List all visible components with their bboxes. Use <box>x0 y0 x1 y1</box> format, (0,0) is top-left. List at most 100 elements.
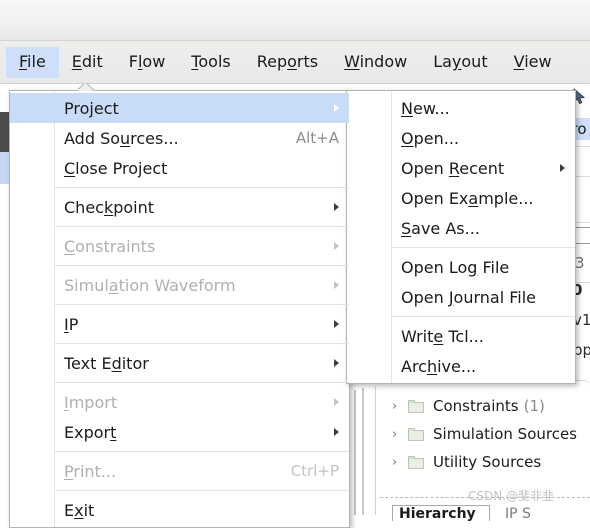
menubar-item-tools[interactable]: Tools <box>178 47 243 78</box>
mnemonic-letter: k <box>103 197 114 217</box>
menubar-item-reports[interactable]: Reports <box>244 47 331 78</box>
menu-item-label: Add Sources... <box>64 128 179 148</box>
menu-item-close-project[interactable]: Close Project <box>10 153 349 183</box>
menu-separator <box>54 451 349 452</box>
center-divider-1 <box>354 390 356 515</box>
chevron-right-icon <box>334 242 339 250</box>
menu-item-simulation-waveform: Simulation Waveform <box>10 270 349 300</box>
mnemonic-letter: a <box>468 188 479 208</box>
submenu-item-open-journal-file[interactable]: Open Journal File <box>347 282 575 312</box>
menu-item-label: Open Recent <box>401 158 505 178</box>
submenu-item-open-log-file[interactable]: Open Log File <box>347 252 575 282</box>
chevron-right-icon <box>334 281 339 289</box>
menu-item-shortcut: Ctrl+P <box>290 462 339 480</box>
menu-item-label: New... <box>401 98 450 118</box>
submenu-item-open-example[interactable]: Open Example... <box>347 183 575 213</box>
tab-ip-sources[interactable]: IP S <box>505 506 531 522</box>
menu-item-label: Open Journal File <box>401 287 537 307</box>
folder-icon <box>408 399 425 413</box>
mnemonic-letter: C <box>64 236 76 256</box>
tree-item-label: Simulation Sources <box>433 425 578 443</box>
menubar-item-flow[interactable]: Flow <box>116 47 179 78</box>
menu-item-label: Open Log File <box>401 257 510 277</box>
mnemonic-letter: S <box>401 218 412 238</box>
submenu-item-open[interactable]: Open... <box>347 123 575 153</box>
tree-item-label: Utility Sources <box>433 453 542 471</box>
menu-item-label: Write Tcl... <box>401 326 484 346</box>
menu-item-checkpoint[interactable]: Checkpoint <box>10 192 349 222</box>
mnemonic-letter: J <box>448 287 454 307</box>
mnemonic-letter: y <box>451 51 462 71</box>
submenu-item-archive[interactable]: Archive... <box>347 351 575 381</box>
menu-item-add-sources[interactable]: Add Sources... Alt+A <box>10 123 349 153</box>
mnemonic-letter: I <box>64 314 69 334</box>
mnemonic-letter: a <box>108 275 119 295</box>
mnemonic-letter: F <box>19 51 28 71</box>
menu-item-exit[interactable]: Exit <box>10 495 349 525</box>
menubar-item-view[interactable]: View <box>501 47 565 78</box>
tab-hierarchy[interactable]: Hierarchy <box>392 505 490 521</box>
center-divider-3 <box>375 386 376 515</box>
menu-item-label: IP <box>64 314 79 334</box>
menu-item-export[interactable]: Export <box>10 417 349 447</box>
menu-item-text-editor[interactable]: Text Editor <box>10 348 349 378</box>
mnemonic-letter: t <box>110 422 117 442</box>
submenu-item-save-as[interactable]: Save As... <box>347 213 575 243</box>
menu-separator <box>54 343 349 344</box>
menu-item-label: Open... <box>401 128 459 148</box>
menubar-item-window[interactable]: Window <box>331 47 420 78</box>
chevron-right-icon[interactable]: › <box>392 427 408 442</box>
menubar-item-layout[interactable]: Layout <box>420 47 500 78</box>
menu-item-print: Print... Ctrl+P <box>10 456 349 486</box>
folder-icon <box>408 455 425 469</box>
submenu-item-new[interactable]: New... <box>347 93 575 123</box>
mnemonic-letter: j <box>89 98 94 118</box>
menu-item-label: Text Editor <box>64 353 149 373</box>
menu-item-label: Print... <box>64 461 117 481</box>
folder-icon <box>408 427 425 441</box>
menubar-item-edit[interactable]: Edit <box>59 47 116 78</box>
menu-item-label: Exit <box>64 500 95 520</box>
chevron-right-icon[interactable]: › <box>392 399 408 414</box>
right-panel-value-box[interactable] <box>574 227 590 244</box>
menu-item-constraints: Constraints <box>10 231 349 261</box>
mnemonic-letter: E <box>71 51 82 71</box>
menu-caret <box>78 83 94 91</box>
toolbar-strip <box>0 0 590 41</box>
mnemonic-letter: P <box>64 461 74 481</box>
mnemonic-letter: g <box>467 257 478 277</box>
chevron-right-icon <box>334 428 339 436</box>
menu-separator <box>54 265 349 266</box>
chevron-right-icon <box>334 104 339 112</box>
menu-item-label: Constraints <box>64 236 156 256</box>
menu-separator <box>391 247 575 248</box>
submenu-item-open-recent[interactable]: Open Recent <box>347 153 575 183</box>
menu-item-label: Open Example... <box>401 188 534 208</box>
menu-item-ip[interactable]: IP <box>10 309 349 339</box>
menu-item-import: Import <box>10 387 349 417</box>
mnemonic-letter: C <box>64 158 76 178</box>
tree-item-constraints[interactable]: › Constraints (1) <box>392 392 590 420</box>
tree-item-utility-sources[interactable]: › Utility Sources <box>392 448 590 476</box>
mnemonic-letter: V <box>513 51 525 71</box>
mnemonic-letter: I <box>64 392 69 412</box>
mnemonic-letter: x <box>74 500 84 520</box>
menu-item-label: Checkpoint <box>64 197 155 217</box>
menubar-item-file[interactable]: File <box>6 46 59 78</box>
submenu-item-write-tcl[interactable]: Write Tcl... <box>347 321 575 351</box>
menu-item-project[interactable]: Project <box>10 93 349 123</box>
tree-item-simulation-sources[interactable]: › Simulation Sources <box>392 420 590 448</box>
tree-item-label: Constraints <box>433 397 519 415</box>
tree-item-count: (1) <box>523 397 545 415</box>
menu-separator <box>54 226 349 227</box>
chevron-right-icon <box>334 359 339 367</box>
chevron-right-icon <box>334 398 339 406</box>
chevron-right-icon <box>334 320 339 328</box>
mnemonic-letter: N <box>401 98 413 118</box>
chevron-right-icon[interactable]: › <box>392 455 408 470</box>
menu-separator <box>54 382 349 383</box>
mnemonic-letter: o <box>287 51 297 71</box>
center-divider-2 <box>362 388 364 515</box>
menu-separator <box>54 490 349 491</box>
menu-item-label: Simulation Waveform <box>64 275 236 295</box>
